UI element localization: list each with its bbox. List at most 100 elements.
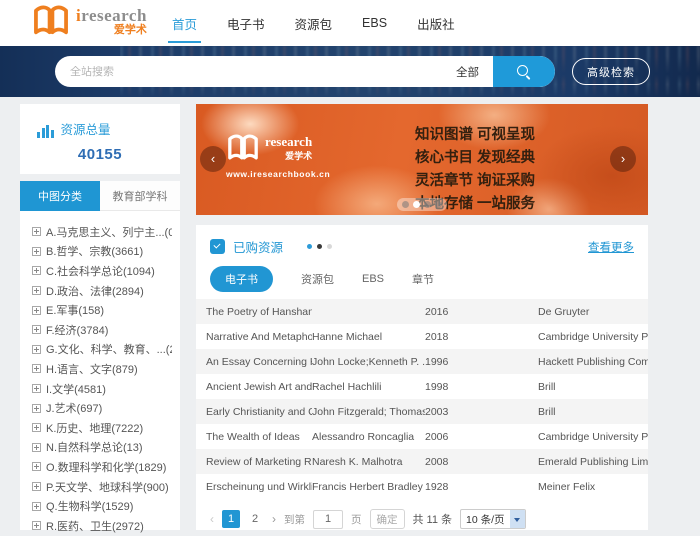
table-row[interactable]: Narrative And Metaphor... Hanne Michael …	[196, 324, 648, 349]
category-item[interactable]: A.马克思主义、列宁主...(0)	[32, 222, 172, 242]
category-item[interactable]: K.历史、地理(7222)	[32, 418, 172, 438]
category-item[interactable]: C.社会科学总论(1094)	[32, 261, 172, 281]
page-prev-icon[interactable]: ‹	[210, 512, 214, 526]
purchased-tab[interactable]: 章节	[412, 266, 434, 292]
category-item[interactable]: D.政治、法律(2894)	[32, 281, 172, 301]
page-numbers: 12	[222, 510, 264, 528]
table-row[interactable]: Ancient Jewish Art and A... Rachel Hachl…	[196, 374, 648, 399]
category-item[interactable]: F.经济(3784)	[32, 320, 172, 340]
cell-year: 2016	[425, 306, 538, 318]
category-item[interactable]: J.艺术(697)	[32, 398, 172, 418]
view-more-link[interactable]: 查看更多	[588, 239, 634, 255]
search-icon	[516, 64, 532, 80]
purchased-dot[interactable]	[317, 244, 322, 249]
per-page-select[interactable]: 10 条/页	[460, 509, 526, 529]
advanced-search-button[interactable]: 高级检索	[572, 58, 650, 85]
search-scope-dropdown[interactable]: 全部	[456, 64, 493, 80]
goto-label: 到第	[284, 512, 305, 527]
expand-plus-icon[interactable]	[32, 384, 41, 393]
nav-item[interactable]: EBS	[360, 10, 389, 36]
cell-title[interactable]: The Poetry of Hanshan (...	[206, 306, 312, 318]
cell-title[interactable]: Erscheinung und Wirklic...	[206, 481, 312, 493]
cell-publisher: Cambridge University Pr...	[538, 331, 648, 343]
expand-plus-icon[interactable]	[32, 521, 41, 530]
expand-plus-icon[interactable]	[32, 482, 41, 491]
cell-author: Hanne Michael	[312, 331, 425, 343]
expand-plus-icon[interactable]	[32, 443, 41, 452]
purchased-resources-card: 已购资源 查看更多 电子书 资源包 EBS 章节 The Poetry of Hans…	[196, 225, 648, 530]
expand-plus-icon[interactable]	[32, 462, 41, 471]
expand-plus-icon[interactable]	[32, 227, 41, 236]
cell-title[interactable]: Review of Marketing Re...	[206, 456, 312, 468]
carousel-next-icon[interactable]: ›	[610, 146, 636, 172]
nav-item[interactable]: 首页	[170, 8, 199, 39]
carousel-prev-icon[interactable]: ‹	[200, 146, 226, 172]
category-item[interactable]: N.自然科学总论(13)	[32, 438, 172, 458]
logo-subtitle: 爱学术	[76, 25, 147, 36]
page-number[interactable]: 1	[222, 510, 240, 528]
purchased-tab[interactable]: EBS	[362, 268, 384, 290]
expand-plus-icon[interactable]	[32, 306, 41, 315]
slogan-line: 知识图谱 可视呈现	[415, 124, 535, 147]
nav-item[interactable]: 出版社	[415, 8, 457, 39]
category-tab[interactable]: 中图分类	[20, 181, 100, 211]
category-item[interactable]: I.文学(4581)	[32, 379, 172, 399]
table-row[interactable]: Erscheinung und Wirklic... Francis Herbe…	[196, 474, 648, 499]
page-number[interactable]: 2	[246, 510, 264, 528]
purchased-title: 已购资源	[233, 237, 283, 256]
expand-plus-icon[interactable]	[32, 325, 41, 334]
expand-plus-icon[interactable]	[32, 345, 41, 354]
table-row[interactable]: An Essay Concerning Hu... John Locke;Ken…	[196, 349, 648, 374]
category-item[interactable]: B.哲学、宗教(3661)	[32, 242, 172, 262]
category-item[interactable]: E.军事(158)	[32, 300, 172, 320]
site-logo[interactable]: iresearch 爱学术	[32, 5, 147, 37]
table-row[interactable]: The Wealth of Ideas Alessandro Roncaglia…	[196, 424, 648, 449]
purchased-dot[interactable]	[307, 244, 312, 249]
resource-total-card: 资源总量 40155	[20, 104, 180, 174]
category-item[interactable]: Q.生物科学(1529)	[32, 496, 172, 516]
cell-author: Alessandro Roncaglia	[312, 431, 425, 443]
category-item[interactable]: P.天文学、地球科学(900)	[32, 477, 172, 497]
expand-plus-icon[interactable]	[32, 286, 41, 295]
table-row[interactable]: Early Christianity and Cla... John Fitzg…	[196, 399, 648, 424]
goto-page-input[interactable]	[313, 510, 343, 529]
category-item[interactable]: R.医药、卫生(2972)	[32, 516, 172, 536]
cell-year: 1996	[425, 356, 538, 368]
search-button[interactable]	[493, 56, 555, 87]
nav-item[interactable]: 电子书	[225, 8, 267, 39]
purchased-tab[interactable]: 资源包	[301, 266, 334, 292]
logo-text: iresearch 爱学术	[76, 7, 147, 36]
expand-plus-icon[interactable]	[32, 364, 41, 373]
cell-title[interactable]: The Wealth of Ideas	[206, 431, 312, 443]
logo-wordmark: iresearch	[76, 7, 147, 24]
confirm-button[interactable]: 确定	[370, 509, 405, 529]
carousel-dots	[397, 198, 447, 211]
purchased-dot[interactable]	[327, 244, 332, 249]
search-input[interactable]	[55, 66, 456, 78]
page-next-icon[interactable]: ›	[272, 512, 276, 526]
cell-title[interactable]: An Essay Concerning Hu...	[206, 356, 312, 368]
carousel-dot[interactable]	[413, 201, 420, 208]
carousel-dot[interactable]	[424, 201, 431, 208]
expand-plus-icon[interactable]	[32, 266, 41, 275]
expand-plus-icon[interactable]	[32, 247, 41, 256]
page-unit-label: 页	[351, 512, 362, 527]
cell-title[interactable]: Early Christianity and Cla...	[206, 406, 312, 418]
cell-author: Francis Herbert Bradley	[312, 481, 425, 493]
cell-title[interactable]: Narrative And Metaphor...	[206, 331, 312, 343]
purchased-tab[interactable]: 电子书	[210, 266, 273, 292]
category-item[interactable]: H.语言、文字(879)	[32, 359, 172, 379]
table-row[interactable]: The Poetry of Hanshan (... 2016 De Gruyt…	[196, 299, 648, 324]
table-row[interactable]: Review of Marketing Re... Naresh K. Malh…	[196, 449, 648, 474]
category-item[interactable]: G.文化、科学、教育、...(2293)	[32, 340, 172, 360]
category-tab[interactable]: 教育部学科	[100, 181, 180, 211]
nav-item[interactable]: 资源包	[293, 8, 335, 39]
expand-plus-icon[interactable]	[32, 502, 41, 511]
carousel-dot[interactable]	[435, 201, 442, 208]
cell-title[interactable]: Ancient Jewish Art and A...	[206, 381, 312, 393]
carousel-dot[interactable]	[402, 201, 409, 208]
cell-author: Naresh K. Malhotra	[312, 456, 425, 468]
expand-plus-icon[interactable]	[32, 404, 41, 413]
category-item[interactable]: O.数理科学和化学(1829)	[32, 457, 172, 477]
expand-plus-icon[interactable]	[32, 423, 41, 432]
